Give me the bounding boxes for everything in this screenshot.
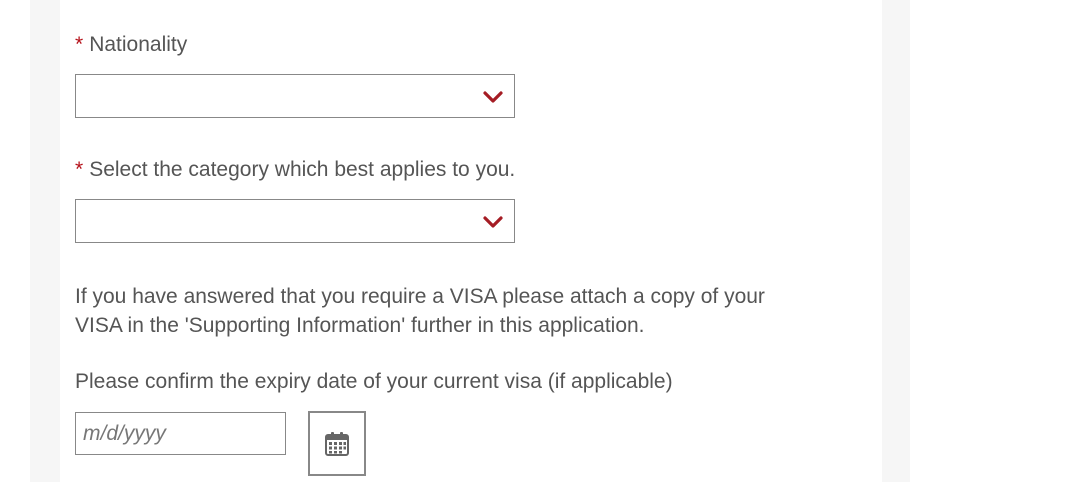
required-marker: * [75, 33, 84, 56]
nationality-select[interactable] [75, 74, 515, 118]
visa-info-line-2: VISA in the 'Supporting Information' fur… [75, 314, 645, 337]
visa-expiry-label: Please confirm the expiry date of your c… [75, 370, 673, 393]
category-select[interactable] [75, 199, 515, 243]
category-label: * Select the category which best applies … [75, 158, 515, 182]
calendar-icon [325, 431, 349, 456]
visa-info-line-1: If you have answered that you require a … [75, 285, 765, 308]
chevron-down-icon [483, 91, 503, 103]
nationality-label: * Nationality [75, 33, 187, 57]
visa-expiry-date-input[interactable] [75, 412, 286, 455]
chevron-down-icon [483, 216, 503, 228]
page-margin-left [0, 0, 30, 482]
nationality-label-text: Nationality [89, 33, 188, 56]
calendar-button[interactable] [308, 411, 366, 476]
required-marker: * [75, 158, 84, 181]
category-label-text: Select the category which best applies t… [89, 158, 516, 181]
visa-info-note: If you have answered that you require a … [75, 282, 875, 340]
